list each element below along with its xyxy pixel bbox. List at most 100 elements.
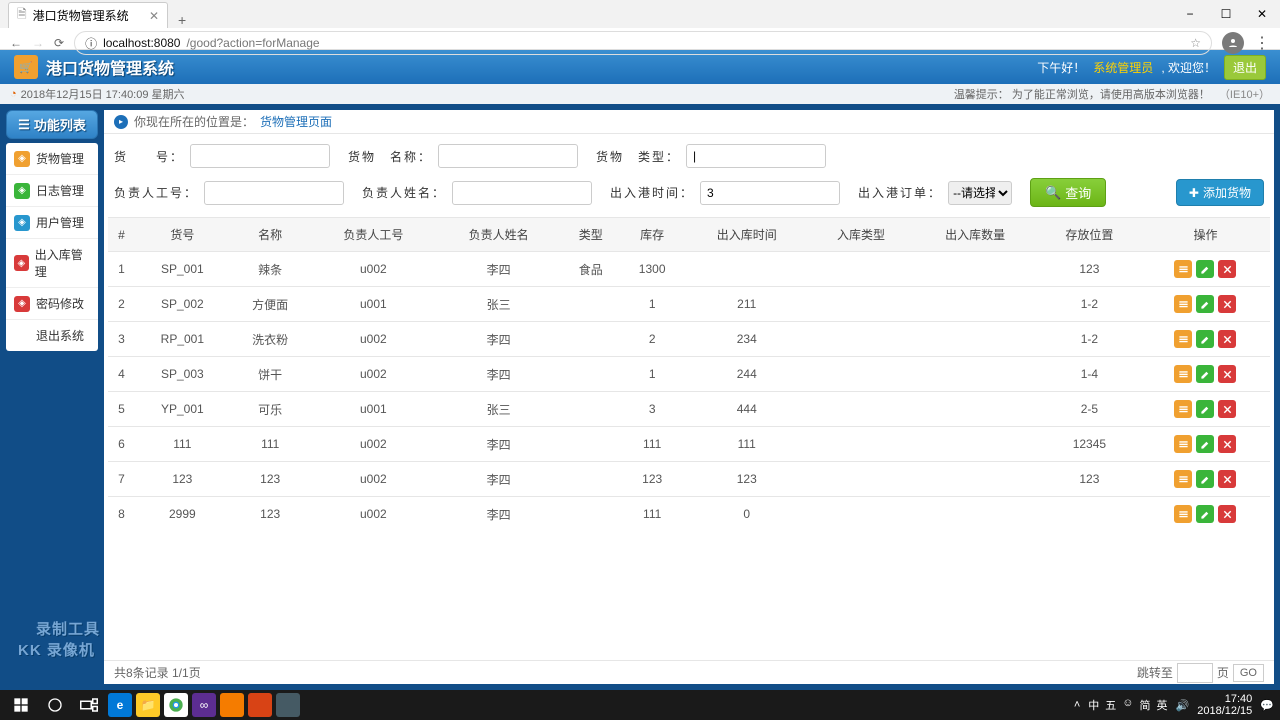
taskview-button[interactable] <box>74 692 104 718</box>
edit-button[interactable] <box>1196 470 1214 488</box>
delete-button[interactable] <box>1218 470 1236 488</box>
view-button[interactable] <box>1174 505 1192 523</box>
delete-button[interactable] <box>1218 505 1236 523</box>
profile-button[interactable] <box>1222 32 1244 54</box>
edit-button[interactable] <box>1196 330 1214 348</box>
edit-button[interactable] <box>1196 435 1214 453</box>
back-button[interactable]: ← <box>10 36 22 50</box>
app5-icon[interactable] <box>276 693 300 717</box>
delete-button[interactable] <box>1218 260 1236 278</box>
search-button[interactable]: 🔍 查询 <box>1030 178 1106 207</box>
tray-chevron[interactable]: ˄ <box>1074 699 1080 711</box>
sidebar-menu: ◈货物管理◈日志管理◈用户管理◈出入库管理◈密码修改退出系统 <box>6 143 98 351</box>
ime-item[interactable]: 五 <box>1105 697 1116 713</box>
table-cell: 1-2 <box>1038 287 1141 322</box>
plus-icon: ✚ <box>1189 186 1199 200</box>
view-button[interactable] <box>1174 260 1192 278</box>
sidebar-item-label: 出入库管理 <box>35 246 90 280</box>
view-button[interactable] <box>1174 295 1192 313</box>
ime-item[interactable]: 简 <box>1140 697 1151 713</box>
sidebar-item-label: 日志管理 <box>36 182 84 199</box>
browser-tab[interactable]: 🗎 港口货物管理系统 ✕ <box>8 2 168 28</box>
table-cell: 1-4 <box>1038 357 1141 392</box>
app3-icon[interactable] <box>220 693 244 717</box>
speaker-icon[interactable]: 🔊 <box>1176 699 1190 712</box>
page-input[interactable] <box>1177 663 1213 683</box>
delete-button[interactable] <box>1218 295 1236 313</box>
view-button[interactable] <box>1174 400 1192 418</box>
goods-name-input[interactable] <box>438 144 578 168</box>
maximize-button[interactable]: ☐ <box>1208 0 1244 28</box>
table-cell <box>913 357 1038 392</box>
reload-button[interactable]: ⟳ <box>54 36 64 50</box>
edit-button[interactable] <box>1196 365 1214 383</box>
edit-button[interactable] <box>1196 295 1214 313</box>
tip: 温馨提示： 为了能正常浏览，请使用高版本浏览器！ （IE10+） <box>954 86 1270 102</box>
view-button[interactable] <box>1174 365 1192 383</box>
menu-button[interactable]: ⋮ <box>1254 33 1270 53</box>
explorer-icon[interactable]: 📁 <box>136 693 160 717</box>
goods-type-input[interactable] <box>686 144 826 168</box>
notifications-icon[interactable]: 💬 <box>1260 699 1274 712</box>
io-time-input[interactable] <box>700 181 840 205</box>
sidebar-item-0[interactable]: ◈货物管理 <box>6 143 98 175</box>
ime-item[interactable]: ☺ <box>1122 697 1133 713</box>
person-name-input[interactable] <box>452 181 592 205</box>
edge-icon[interactable]: e <box>108 693 132 717</box>
minimize-button[interactable]: − <box>1172 0 1208 28</box>
site-info-icon[interactable]: ⓘ <box>85 35 97 52</box>
app4-icon[interactable] <box>248 693 272 717</box>
sidebar-item-3[interactable]: ◈出入库管理 <box>6 239 98 288</box>
clock[interactable]: 17:40 2018/12/15 <box>1197 693 1252 717</box>
delete-button[interactable] <box>1218 435 1236 453</box>
table-cell: 111 <box>135 427 230 462</box>
delete-button[interactable] <box>1218 400 1236 418</box>
edit-button[interactable] <box>1196 505 1214 523</box>
url-path: /good?action=forManage <box>186 36 319 50</box>
person-id-input[interactable] <box>204 181 344 205</box>
add-goods-button[interactable]: ✚ 添加货物 <box>1176 179 1264 206</box>
ime-item[interactable]: 英 <box>1157 697 1168 713</box>
tray: ˄ 中五 ☺ 简英 🔊 17:40 2018/12/15 💬 <box>1074 693 1274 717</box>
new-tab-button[interactable]: + <box>168 12 196 28</box>
delete-button[interactable] <box>1218 365 1236 383</box>
view-button[interactable] <box>1174 330 1192 348</box>
table-footer: 共8条记录 1/1页 跳转至 页 GO <box>104 660 1274 684</box>
go-button[interactable]: GO <box>1233 664 1264 682</box>
table-cell: 2 <box>620 322 684 357</box>
table-cell: 李四 <box>436 497 561 532</box>
url-input[interactable]: ⓘ localhost:8080/good?action=forManage ☆ <box>74 31 1212 55</box>
ime-bar[interactable]: 中五 ☺ 简英 <box>1088 697 1167 713</box>
table-cell: 211 <box>684 287 809 322</box>
table-cell <box>913 497 1038 532</box>
lbl-goods-name: 货物 名称： <box>348 148 432 165</box>
table-cell <box>809 322 912 357</box>
io-order-select[interactable]: --请选择-- <box>948 181 1012 205</box>
bookmark-icon[interactable]: ☆ <box>1190 36 1201 50</box>
close-window-button[interactable]: ✕ <box>1244 0 1280 28</box>
edit-button[interactable] <box>1196 400 1214 418</box>
ide-icon[interactable]: ∞ <box>192 693 216 717</box>
table-cell: 洗衣粉 <box>230 322 311 357</box>
start-button[interactable] <box>6 692 36 718</box>
sidebar-item-4[interactable]: ◈密码修改 <box>6 288 98 320</box>
sidebar-item-icon <box>14 328 30 344</box>
sidebar-item-5[interactable]: 退出系统 <box>6 320 98 351</box>
view-button[interactable] <box>1174 470 1192 488</box>
logout-button[interactable]: 退出 <box>1224 55 1266 80</box>
edit-button[interactable] <box>1196 260 1214 278</box>
close-icon[interactable]: ✕ <box>149 9 159 23</box>
delete-button[interactable] <box>1218 330 1236 348</box>
breadcrumb-link[interactable]: 货物管理页面 <box>260 113 332 130</box>
sidebar-item-1[interactable]: ◈日志管理 <box>6 175 98 207</box>
view-button[interactable] <box>1174 435 1192 453</box>
sidebar-item-2[interactable]: ◈用户管理 <box>6 207 98 239</box>
chrome-icon[interactable] <box>164 693 188 717</box>
table-cell: 0 <box>684 497 809 532</box>
goods-no-input[interactable] <box>190 144 330 168</box>
forward-button[interactable]: → <box>32 36 44 50</box>
cortana-button[interactable] <box>40 692 70 718</box>
lbl-person-id: 负责人工号： <box>114 184 198 201</box>
ime-item[interactable]: 中 <box>1088 697 1099 713</box>
table-cell: 可乐 <box>230 392 311 427</box>
